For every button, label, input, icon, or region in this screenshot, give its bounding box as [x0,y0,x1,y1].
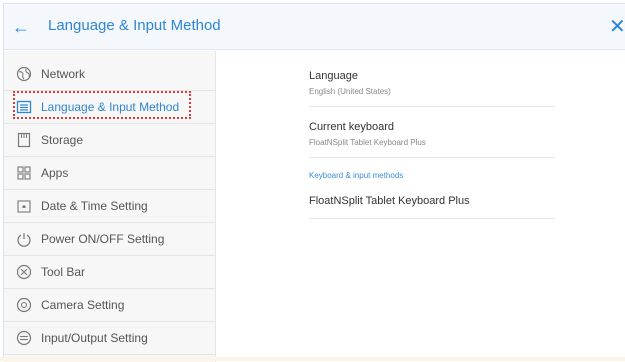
current-keyboard-setting[interactable]: Current keyboard FloatNSplit Tablet Keyb… [309,121,555,147]
sidebar-item-label: Tool Bar [41,265,86,279]
sidebar-item-network[interactable]: Network [4,58,216,91]
current-keyboard-value: FloatNSplit Tablet Keyboard Plus [309,138,426,147]
power-icon [17,233,31,247]
sidebar-item-label: Date & Time Setting [41,199,148,213]
sidebar-item-camera[interactable]: Camera Setting [4,289,216,322]
divider [309,106,555,107]
divider [309,157,555,158]
language-title: Language [309,70,358,82]
language-setting[interactable]: Language English (United States) [309,70,555,96]
arrow-left-icon: ← [12,17,30,37]
camera-icon [16,297,32,313]
page-title: Language & Input Method [48,17,221,34]
keyboard-method-title: FloatNSplit Tablet Keyboard Plus [309,195,470,207]
sidebar-item-label: Apps [41,166,69,180]
sidebar-item-label: Storage [41,133,84,147]
calendar-icon [17,200,31,213]
bottom-strip [0,357,625,361]
close-button[interactable]: ✕ [609,16,625,38]
header-bar: ← Language & Input Method ✕ [4,4,625,50]
sidebar-item-label: Power ON/OFF Setting [41,232,165,246]
sidebar-item-label: Camera Setting [41,298,125,312]
settings-content: Language English (United States) Current… [217,51,625,362]
sidebar-item-label: Input/Output Setting [41,331,148,345]
storage-icon [17,132,31,148]
selection-highlight-box [13,91,191,119]
sidebar-item-date-time[interactable]: Date & Time Setting [4,190,216,223]
sidebar-item-power[interactable]: Power ON/OFF Setting [4,223,216,256]
settings-sidebar: Network Language & Input Method Storage [4,51,216,362]
sidebar-item-input-output[interactable]: Input/Output Setting [4,322,216,355]
keyboard-method-entry[interactable]: FloatNSplit Tablet Keyboard Plus [309,195,555,207]
apps-grid-icon [17,166,31,180]
globe-icon [16,66,32,82]
language-value: English (United States) [309,87,391,96]
divider [309,218,555,219]
settings-window: ← Language & Input Method ✕ Network Lang… [3,3,625,362]
close-icon: ✕ [609,16,625,38]
current-keyboard-title: Current keyboard [309,121,394,133]
sidebar-item-apps[interactable]: Apps [4,157,216,190]
keyboard-methods-section-title: Keyboard & input methods [309,171,404,180]
sidebar-item-tool-bar[interactable]: Tool Bar [4,256,216,289]
back-button[interactable]: ← [10,16,32,38]
toolbar-icon [16,264,32,280]
sidebar-item-label: Network [41,67,86,81]
sidebar-item-storage[interactable]: Storage [4,124,216,157]
io-icon [16,330,32,346]
